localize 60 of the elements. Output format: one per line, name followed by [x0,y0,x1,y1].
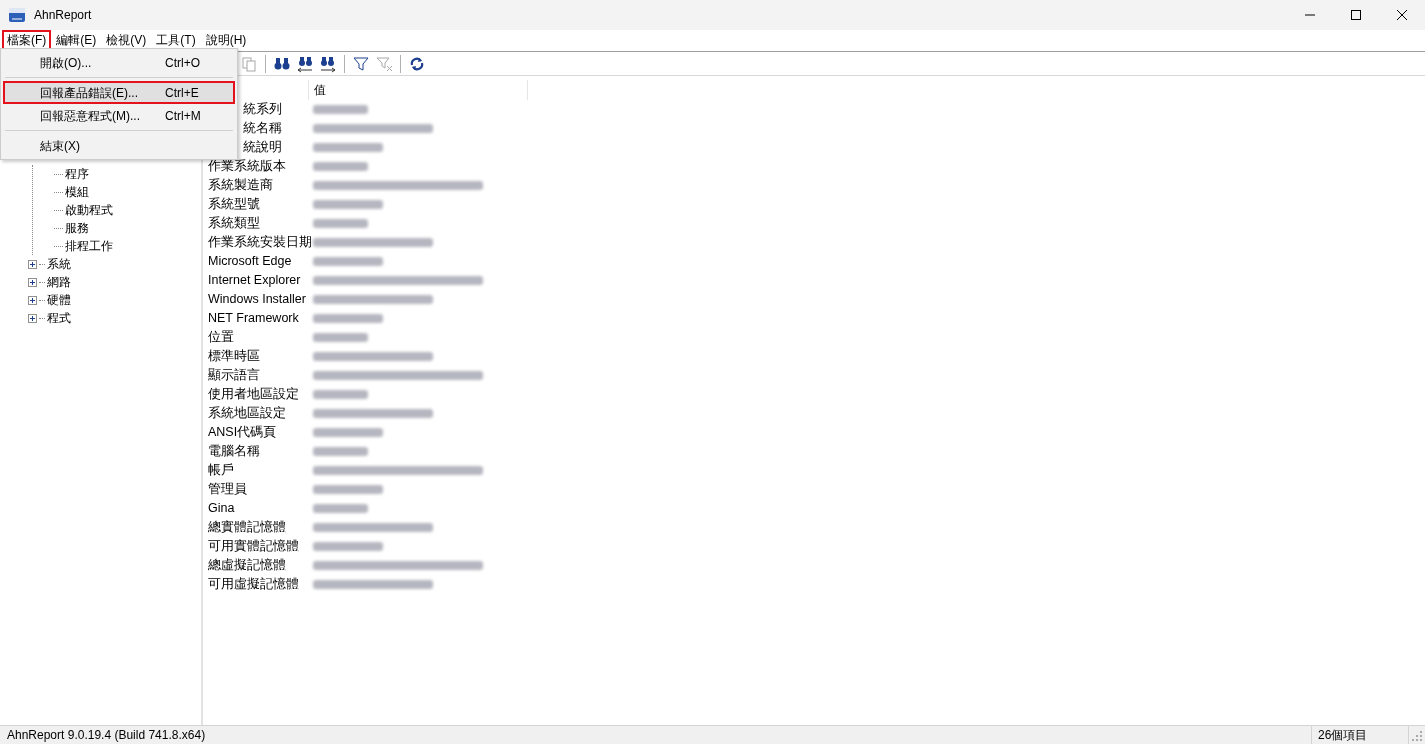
tree-item[interactable]: 服務 [65,219,89,237]
menu-item[interactable]: 檔案(F) [2,30,52,50]
maximize-icon [1351,10,1361,20]
property-cell-text: 系統類型 [207,215,261,233]
tree-item[interactable]: 排程工作 [65,237,113,255]
menu-item[interactable]: 說明(H) [200,30,252,50]
property-cell-text: 使用者地區設定 [207,386,300,404]
property-cell-text: Windows Installer [207,291,307,309]
expander-icon[interactable] [28,277,37,287]
property-cell-text: 帳戶 [207,462,235,480]
tree-item[interactable]: 硬體 [47,291,71,309]
close-icon [1397,10,1407,20]
property-cell-text: 總實體記憶體 [207,519,287,537]
column-header[interactable]: 值 [308,80,528,100]
property-cell-text: 統系列 [242,101,283,119]
expander-icon[interactable] [28,313,37,323]
filter-clear-icon [375,54,393,73]
expander-icon[interactable] [28,295,37,305]
tree-item[interactable]: 模組 [65,183,89,201]
menu-item[interactable]: 開啟(O)... Ctrl+O [3,51,235,74]
binoculars-left-arrow-icon [296,54,314,73]
property-cell-text: 系統型號 [207,196,261,214]
property-cell-text: 位置 [207,329,235,347]
property-cell-text: 可用虛擬記憶體 [207,576,300,594]
resize-grip-icon[interactable] [1409,728,1423,742]
app-icon [8,7,26,23]
menu-item[interactable]: 檢視(V) [101,30,152,50]
tree-item[interactable]: 啟動程式 [65,201,113,219]
property-cell-text: 統說明 [242,139,283,157]
property-cell-text: 管理員 [207,481,248,499]
property-cell-text: 作業系統版本 [207,158,287,176]
property-cell-text: 標準時區 [207,348,261,366]
menu-item[interactable]: 結束(X) [3,134,235,157]
property-cell-text: 可用實體記憶體 [207,538,300,556]
expander-icon[interactable] [28,259,37,269]
status-text: AhnReport 9.0.19.4 (Build 741.8.x64) [6,727,207,744]
property-cell-text: Gina [207,500,236,518]
tree-item[interactable]: 網路 [47,273,71,291]
property-cell-text: 顯示語言 [207,367,261,385]
tree-item[interactable]: 程式 [47,309,71,327]
menu-item[interactable]: 工具(T) [151,30,201,50]
property-cell-text: 電腦名稱 [207,443,261,461]
property-cell-text: ANSI代碼頁 [207,424,278,442]
window-title: AhnReport [34,7,92,24]
property-cell-text: Microsoft Edge [207,253,293,271]
property-cell-text: 系統地區設定 [207,405,287,423]
property-cell-text: 統名稱 [242,120,283,138]
property-cell-text: Internet Explorer [207,272,302,290]
menu-item[interactable]: 編輯(E) [51,30,102,50]
property-cell-text: 總虛擬記憶體 [207,557,287,575]
property-cell-text: NET Framework [207,310,300,328]
property-cell-text: 系統製造商 [207,177,274,195]
tree-item[interactable]: 系統 [47,255,71,273]
copy-icon [240,54,258,73]
filter-icon [352,54,370,73]
tree-item[interactable]: 程序 [65,165,89,183]
item-count: 26個項目 [1311,726,1409,744]
binoculars-right-arrow-icon [319,54,337,73]
menu-item[interactable]: 回報產品錯誤(E)... Ctrl+E [3,81,235,104]
menu-item[interactable]: 回報惡意程式(M)... Ctrl+M [3,104,235,127]
